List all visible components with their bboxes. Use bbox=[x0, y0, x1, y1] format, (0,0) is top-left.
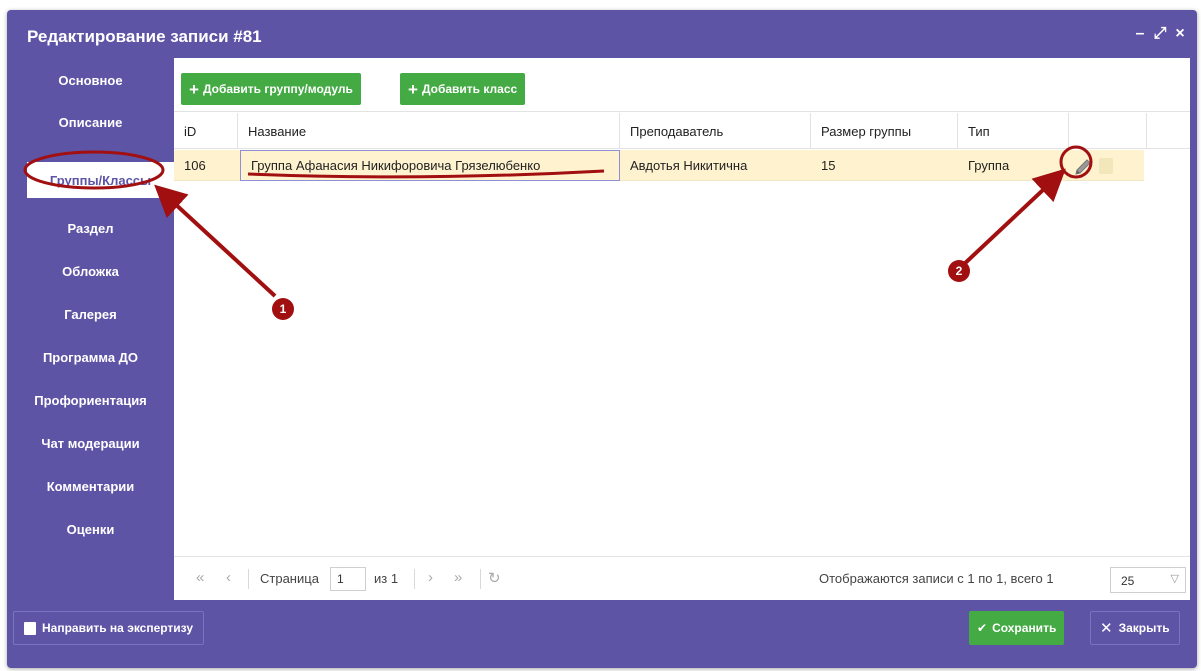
cell-size: 15 bbox=[821, 158, 836, 173]
close-window-icon[interactable]: × bbox=[1173, 26, 1187, 42]
page-number-input[interactable] bbox=[330, 567, 366, 591]
column-header-actions bbox=[1069, 113, 1147, 149]
sidebar-item-gallery[interactable]: Галерея bbox=[7, 294, 174, 334]
toolbar: + Добавить группу/модуль + Добавить клас… bbox=[174, 58, 1190, 112]
title-bar: Редактирование записи #81 – ⤢ × bbox=[7, 10, 1197, 58]
cell-id: 106 bbox=[184, 158, 206, 173]
save-label: Сохранить bbox=[992, 621, 1057, 635]
divider bbox=[480, 569, 481, 589]
prev-page-icon[interactable]: ‹ bbox=[226, 569, 231, 586]
window-controls: – ⤢ × bbox=[1133, 26, 1187, 42]
column-header-type[interactable]: Тип bbox=[958, 113, 1069, 149]
footer: Направить на экспертизу ✔ Сохранить ✕ За… bbox=[7, 600, 1197, 668]
divider bbox=[248, 569, 249, 589]
first-page-icon[interactable]: « bbox=[196, 569, 204, 586]
trash-icon[interactable] bbox=[1099, 158, 1113, 174]
last-page-icon[interactable]: » bbox=[454, 569, 462, 586]
maximize-icon[interactable]: ⤢ bbox=[1153, 26, 1167, 42]
minimize-icon[interactable]: – bbox=[1133, 26, 1147, 42]
pencil-icon[interactable] bbox=[1072, 156, 1094, 178]
plus-icon: + bbox=[189, 79, 199, 99]
sidebar-item-moderation-chat[interactable]: Чат модерации bbox=[7, 423, 174, 463]
send-to-expertise-label: Направить на экспертизу bbox=[42, 621, 194, 635]
sidebar-item-comments[interactable]: Комментарии bbox=[7, 466, 174, 506]
close-button[interactable]: ✕ Закрыть bbox=[1090, 611, 1180, 645]
sidebar-item-section[interactable]: Раздел bbox=[7, 208, 174, 248]
column-header-size[interactable]: Размер группы bbox=[811, 113, 958, 149]
sidebar-item-groups-classes[interactable]: Группы/Классы bbox=[27, 162, 174, 198]
sidebar: Основное Описание Группы/Классы Раздел О… bbox=[7, 60, 174, 600]
close-icon: ✕ bbox=[1100, 620, 1113, 637]
page-size-select[interactable]: 25 ▽ bbox=[1110, 567, 1186, 593]
window-title: Редактирование записи #81 bbox=[27, 27, 262, 46]
table-row[interactable]: 106 Группа Афанасия Никифоровича Грязелю… bbox=[174, 150, 1144, 181]
page-size-value: 25 bbox=[1121, 574, 1135, 588]
sidebar-item-main[interactable]: Основное bbox=[7, 60, 174, 100]
sidebar-item-program[interactable]: Программа ДО bbox=[7, 337, 174, 377]
add-class-button[interactable]: + Добавить класс bbox=[400, 73, 526, 105]
annotation-badge-2: 2 bbox=[948, 260, 970, 282]
chevron-down-icon: ▽ bbox=[1170, 573, 1179, 585]
divider bbox=[414, 569, 415, 589]
cell-type: Группа bbox=[968, 158, 1010, 173]
save-button[interactable]: ✔ Сохранить bbox=[969, 611, 1065, 645]
table-header: iD Название Преподаватель Размер группы … bbox=[174, 113, 1190, 149]
sidebar-item-ratings[interactable]: Оценки bbox=[7, 509, 174, 549]
main-content: + Добавить группу/модуль + Добавить клас… bbox=[174, 58, 1190, 600]
add-group-button[interactable]: + Добавить группу/модуль bbox=[181, 73, 361, 105]
close-label: Закрыть bbox=[1118, 621, 1170, 635]
column-header-name[interactable]: Название bbox=[238, 113, 620, 149]
page-of-label: из 1 bbox=[374, 571, 399, 586]
pagination-bar: « ‹ Страница из 1 › » ↻ Отображаются зап… bbox=[174, 556, 1190, 600]
page-label: Страница bbox=[260, 571, 319, 586]
sidebar-item-career[interactable]: Профориентация bbox=[7, 380, 174, 420]
records-summary: Отображаются записи с 1 по 1, всего 1 bbox=[819, 571, 1054, 586]
sidebar-item-cover[interactable]: Обложка bbox=[7, 251, 174, 291]
check-icon: ✔ bbox=[977, 621, 988, 635]
cell-name[interactable]: Группа Афанасия Никифоровича Грязелюбенк… bbox=[240, 150, 620, 181]
annotation-badge-1: 1 bbox=[272, 298, 294, 320]
plus-icon: + bbox=[408, 79, 418, 99]
add-group-label: Добавить группу/модуль bbox=[202, 82, 353, 96]
add-class-label: Добавить класс bbox=[421, 82, 518, 96]
send-to-expertise-button[interactable]: Направить на экспертизу bbox=[13, 611, 205, 645]
next-page-icon[interactable]: › bbox=[428, 569, 433, 586]
refresh-icon[interactable]: ↻ bbox=[488, 569, 501, 587]
column-header-id[interactable]: iD bbox=[174, 113, 238, 149]
sidebar-item-description[interactable]: Описание bbox=[7, 102, 174, 142]
document-icon bbox=[24, 621, 36, 635]
edit-record-window: Редактирование записи #81 – ⤢ × Основное… bbox=[7, 10, 1197, 668]
column-header-teacher[interactable]: Преподаватель bbox=[620, 113, 811, 149]
cell-teacher: Авдотья Никитична bbox=[630, 158, 748, 173]
